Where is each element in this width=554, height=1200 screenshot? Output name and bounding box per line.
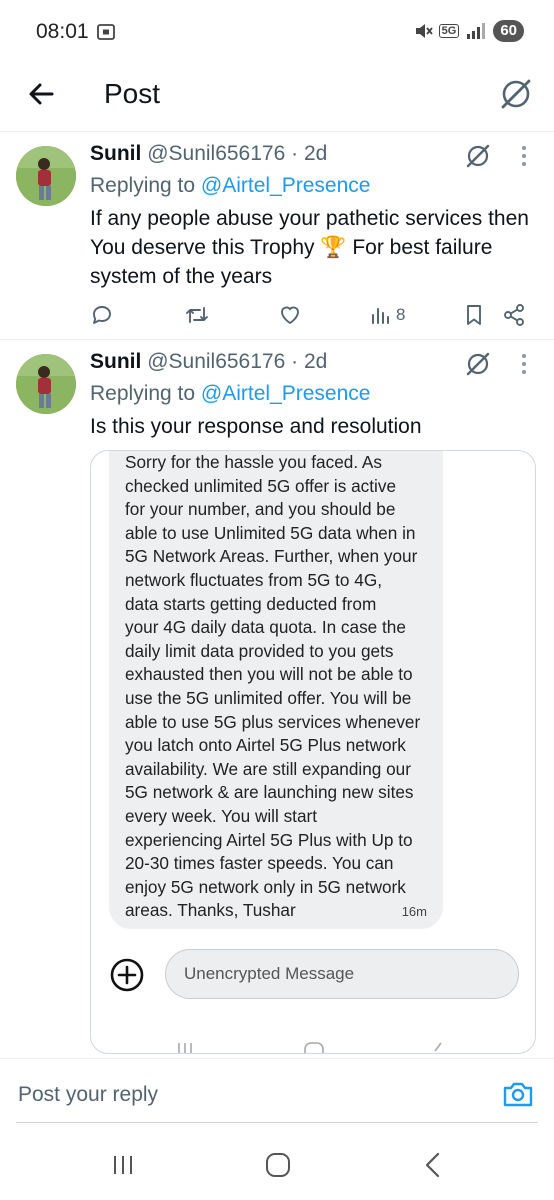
signal-icon [467,23,486,39]
embedded-screenshot[interactable]: Sorry for the hassle you faced. As checke… [90,450,536,1054]
retweet-icon [186,307,208,323]
message-line: you latch onto Airtel 5G Plus network [125,735,406,756]
message-line: experiencing Airtel 5G Plus with Up to [125,829,413,850]
message-line: able to use Unlimited 5G data when in [125,522,416,543]
tweet[interactable]: Sunil @Sunil656176 · 2d Replying to @Air… [0,134,554,340]
reply-icon [93,306,111,324]
back-icon[interactable] [418,1150,448,1180]
message-line: data starts getting deducted from [125,593,377,614]
share-button[interactable] [502,300,526,330]
reply-input[interactable]: Post your reply [18,1083,158,1107]
more-vertical-icon[interactable] [512,350,536,378]
mention-link[interactable]: @Airtel_Presence [201,174,371,197]
share-icon [504,304,524,326]
camera-icon[interactable] [502,1079,534,1109]
message-line: network fluctuates from 5G to 4G, [125,569,382,590]
embedded-nav-bar [178,1042,442,1053]
author-handle[interactable]: @Sunil656176 [147,350,285,373]
message-line: your 4G daily data quota. In case the [125,617,406,638]
grok-icon[interactable] [462,140,494,172]
message-line: use the 5G unlimited offer. You will be [125,687,412,708]
message-line: checked unlimited 5G offer is active [125,475,396,496]
divider [16,1122,538,1123]
page-title: Post [104,78,161,109]
message-line: able to use 5G plus services whenever [125,711,421,732]
back-arrow-icon[interactable] [24,76,60,112]
replying-prefix: Replying to [90,382,196,405]
status-time: 08:01 [36,20,89,43]
home-icon[interactable] [263,1150,293,1180]
avatar[interactable] [16,354,76,414]
views-count: 8 [396,305,406,324]
message-line: 5G network & are launching new sites [125,782,414,803]
bookmark-button[interactable] [462,300,486,330]
message-input: Unencrypted Message [165,949,519,999]
status-icons: 5G 60 [413,20,524,42]
author-handle[interactable]: @Sunil656176 [147,142,285,165]
message-bubble: Sorry for the hassle you faced. As checke… [109,451,443,929]
message-line: 5G Network Areas. Further, when your [125,546,418,567]
message-line: availability. We are still expanding our [125,758,411,779]
message-line: areas. Thanks, Tushar [125,900,296,921]
grok-icon[interactable] [496,74,536,114]
mute-icon [415,24,433,38]
replying-to: Replying to @Airtel_Presence [90,174,370,198]
like-button[interactable] [278,300,302,330]
reply-button[interactable] [90,300,114,330]
screen-record-icon [97,24,115,40]
views-button[interactable]: 8 [370,300,405,330]
bookmark-icon [467,305,481,325]
message-text: Sorry for the hassle you faced. As checke… [125,451,427,923]
tweet-age: · 2d [291,350,328,373]
header: Post [0,64,554,132]
message-line: every week. You will start [125,805,318,826]
message-time: 16m [401,904,427,919]
tweet-text: If any people abuse your pathetic servic… [90,207,529,288]
message-line: enjoy 5G network only in 5G network [125,876,406,897]
battery-level: 60 [493,20,524,42]
plus-circle-icon [110,958,144,992]
recents-icon[interactable] [108,1150,138,1180]
views-icon [372,308,389,324]
avatar[interactable] [16,146,76,206]
tweet[interactable]: Sunil @Sunil656176 · 2d Replying to @Air… [0,342,554,1062]
more-vertical-icon[interactable] [512,142,536,170]
author-name[interactable]: Sunil [90,142,141,165]
system-nav-bar [0,1130,554,1200]
network-type: 5G [438,24,460,38]
author-name[interactable]: Sunil [90,350,141,373]
retweet-button[interactable] [184,300,210,330]
message-line: daily limit data provided to you gets [125,640,394,661]
mention-link[interactable]: @Airtel_Presence [201,382,371,405]
reply-bar: Post your reply [0,1058,554,1124]
tweet-header: Sunil @Sunil656176 · 2d [90,350,327,374]
tweet-text: Is this your response and resolution [90,415,422,438]
status-bar: 08:01 5G 60 [0,0,554,64]
message-line: exhausted then you will not be able to [125,664,413,685]
message-line: for your number, and you should be [125,499,396,520]
message-line: 20-30 times faster speeds. You can [125,853,394,874]
like-icon [281,306,299,324]
grok-icon[interactable] [462,348,494,380]
replying-prefix: Replying to [90,174,196,197]
tweet-header: Sunil @Sunil656176 · 2d [90,142,327,166]
message-line: Sorry for the hassle you faced. As [125,452,382,472]
tweet-actions: 8 [90,300,530,330]
tweet-age: · 2d [291,142,328,165]
replying-to: Replying to @Airtel_Presence [90,382,370,406]
